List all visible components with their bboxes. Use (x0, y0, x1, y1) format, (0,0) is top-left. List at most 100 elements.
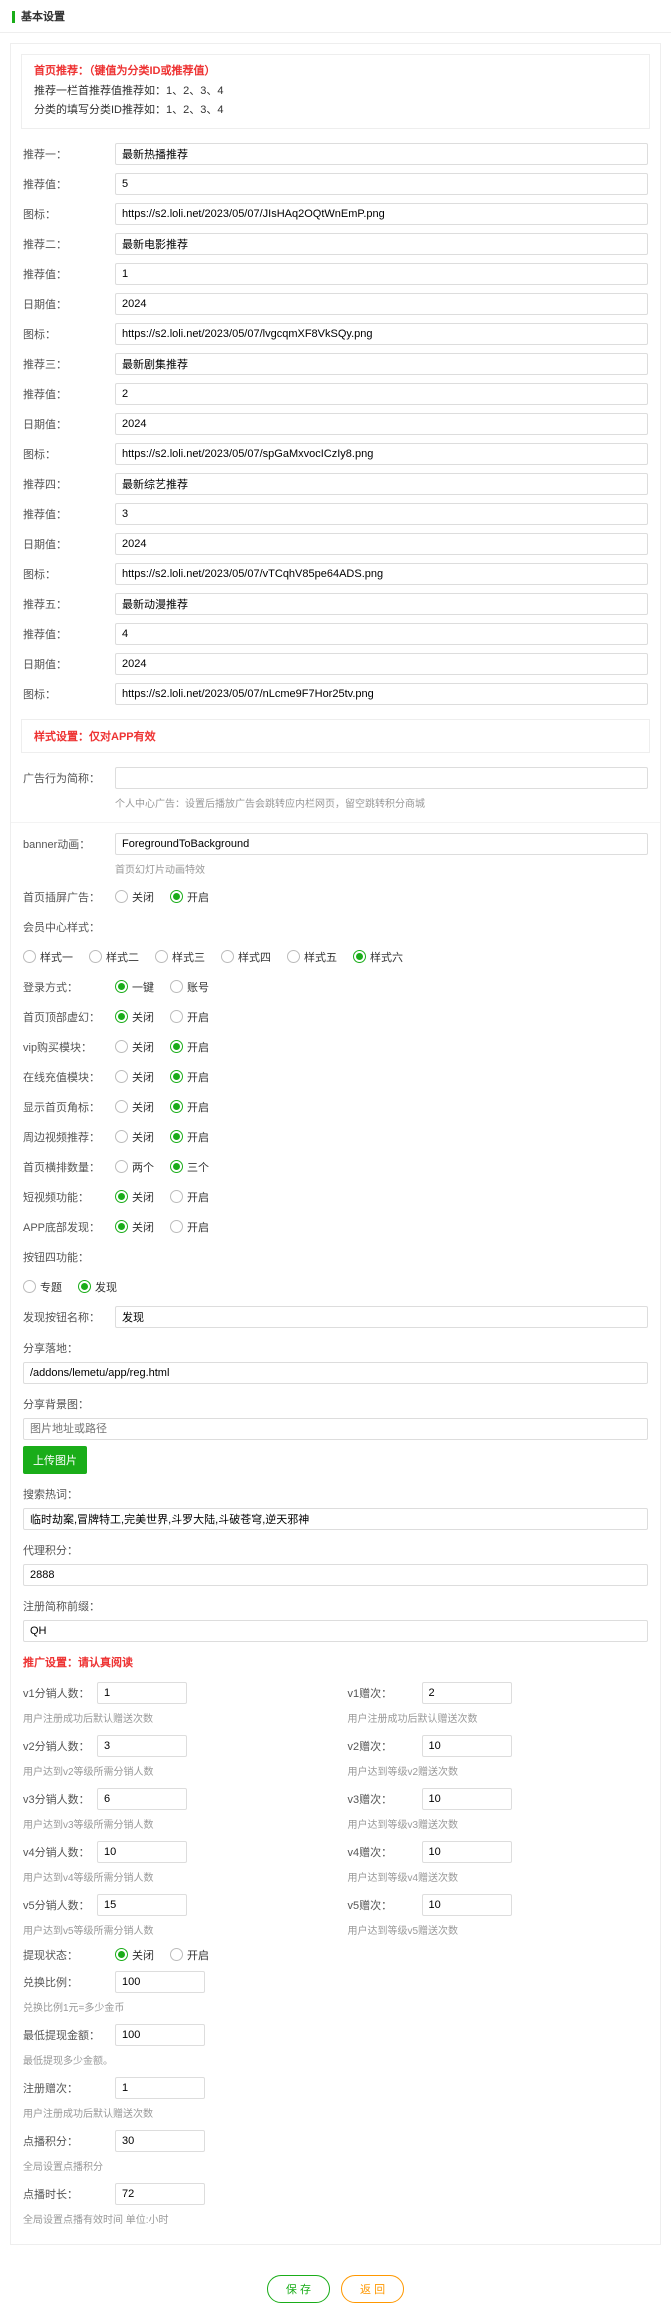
around-rec-off[interactable]: 关闭 (115, 1129, 154, 1145)
promo-left-4-label: v5分销人数： (23, 1897, 97, 1913)
rec-2-date-label: 日期值： (23, 416, 115, 432)
app-discover-on[interactable]: 开启 (170, 1219, 209, 1235)
short-video-off[interactable]: 关闭 (115, 1189, 154, 1205)
promo-right-4-input[interactable] (422, 1894, 512, 1916)
member-style-opt-5[interactable]: 样式六 (353, 949, 403, 965)
home-rows-a[interactable]: 两个 (115, 1159, 154, 1175)
promo-left-4-input[interactable] (97, 1894, 187, 1916)
rec-0-title-label: 推荐一： (23, 146, 115, 162)
agent-points-input[interactable] (23, 1564, 648, 1586)
banner-input[interactable] (115, 833, 648, 855)
rec-3-title-input[interactable] (115, 473, 648, 495)
btn4-b[interactable]: 发现 (78, 1279, 117, 1295)
member-style-opt-2[interactable]: 样式三 (155, 949, 205, 965)
member-style-opt-3[interactable]: 样式四 (221, 949, 271, 965)
promo-right-3-hint: 用户达到等级v4赠送次数 (348, 1867, 649, 1890)
rec-4-icon-input[interactable] (115, 683, 648, 705)
upload-image-button[interactable]: 上传图片 (23, 1446, 87, 1474)
discover-btn-name-input[interactable] (115, 1306, 648, 1328)
home-rows-b[interactable]: 三个 (170, 1159, 209, 1175)
rec-3-icon-input[interactable] (115, 563, 648, 585)
promo-left-3-input[interactable] (97, 1841, 187, 1863)
show-home-off[interactable]: 关闭 (115, 1099, 154, 1115)
splash-ad-off[interactable]: 关闭 (115, 889, 154, 905)
rec-2-title-input[interactable] (115, 353, 648, 375)
promo-left-0-input[interactable] (97, 1682, 187, 1704)
rec-2-save-input[interactable] (115, 383, 648, 405)
point-score-input[interactable] (115, 2130, 205, 2152)
head-recommend-warning: 首页推荐：（键值为分类ID或推荐值） 推荐一栏首推荐值推荐如：1、2、3、4 分… (21, 54, 650, 129)
rec-0-save-label: 推荐值： (23, 176, 115, 192)
btn4-a[interactable]: 专题 (23, 1279, 62, 1295)
point-hours-input[interactable] (115, 2183, 205, 2205)
show-home-on[interactable]: 开启 (170, 1099, 209, 1115)
online-cz-label: 在线充值模块： (23, 1069, 115, 1085)
share-url-input[interactable] (23, 1362, 648, 1384)
promo-right-0-input[interactable] (422, 1682, 512, 1704)
tx-status-on[interactable]: 开启 (170, 1947, 209, 1963)
ad-behavior-label: 广告行为简称： (23, 770, 115, 786)
promo-left-1-input[interactable] (97, 1735, 187, 1757)
top-slide-off[interactable]: 关闭 (115, 1009, 154, 1025)
promo-right-0-label: v1赠次： (348, 1685, 422, 1701)
point-hours-label: 点播时长： (23, 2186, 115, 2202)
splash-ad-label: 首页插屏广告： (23, 889, 115, 905)
app-discover-off[interactable]: 关闭 (115, 1219, 154, 1235)
promo-right-1-hint: 用户达到等级v2赠送次数 (348, 1761, 649, 1784)
member-style-opt-0[interactable]: 样式一 (23, 949, 73, 965)
rec-2-icon-input[interactable] (115, 443, 648, 465)
exchange-input[interactable] (115, 1971, 205, 1993)
rec-2-date-input[interactable] (115, 413, 648, 435)
rec-4-date-label: 日期值： (23, 656, 115, 672)
save-button[interactable]: 保 存 (267, 2275, 330, 2303)
rec-4-save-label: 推荐值： (23, 626, 115, 642)
discover-btn-name-label: 发现按钮名称： (23, 1309, 115, 1325)
rec-3-save-input[interactable] (115, 503, 648, 525)
min-withdraw-input[interactable] (115, 2024, 205, 2046)
min-withdraw-label: 最低提现金额： (23, 2027, 115, 2043)
rec-2-title-label: 推荐三： (23, 356, 115, 372)
top-slide-on[interactable]: 开启 (170, 1009, 209, 1025)
rec-0-save-input[interactable] (115, 173, 648, 195)
vip-buy-label: vip购买模块： (23, 1039, 115, 1055)
search-hot-input[interactable] (23, 1508, 648, 1530)
promo-right-1-input[interactable] (422, 1735, 512, 1757)
member-style-opt-1[interactable]: 样式二 (89, 949, 139, 965)
rec-1-save-input[interactable] (115, 263, 648, 285)
share-bg-input[interactable] (23, 1418, 648, 1440)
rec-1-date-label: 日期值： (23, 296, 115, 312)
login-mode-b[interactable]: 账号 (170, 979, 209, 995)
rec-1-save-label: 推荐值： (23, 266, 115, 282)
style-warning: 样式设置：仅对APP有效 (21, 719, 650, 753)
rec-4-date-input[interactable] (115, 653, 648, 675)
online-cz-off[interactable]: 关闭 (115, 1069, 154, 1085)
short-video-on[interactable]: 开启 (170, 1189, 209, 1205)
rec-4-save-input[interactable] (115, 623, 648, 645)
search-hot-label: 搜索热词： (23, 1486, 115, 1502)
rec-4-title-input[interactable] (115, 593, 648, 615)
login-mode-a[interactable]: 一键 (115, 979, 154, 995)
online-cz-on[interactable]: 开启 (170, 1069, 209, 1085)
member-style-opt-4[interactable]: 样式五 (287, 949, 337, 965)
back-button[interactable]: 返 回 (341, 2275, 404, 2303)
vip-buy-off[interactable]: 关闭 (115, 1039, 154, 1055)
promo-left-2-input[interactable] (97, 1788, 187, 1810)
promo-right-2-label: v3赠次： (348, 1791, 422, 1807)
rec-0-icon-input[interactable] (115, 203, 648, 225)
promo-right-3-input[interactable] (422, 1841, 512, 1863)
rec-3-date-input[interactable] (115, 533, 648, 555)
rec-2-icon-label: 图标： (23, 446, 115, 462)
ad-behavior-input[interactable] (115, 767, 648, 789)
tx-status-off[interactable]: 关闭 (115, 1947, 154, 1963)
vip-buy-on[interactable]: 开启 (170, 1039, 209, 1055)
rec-1-icon-input[interactable] (115, 323, 648, 345)
rec-1-title-input[interactable] (115, 233, 648, 255)
reg-gift-input[interactable] (115, 2077, 205, 2099)
rec-1-date-input[interactable] (115, 293, 648, 315)
promo-right-2-input[interactable] (422, 1788, 512, 1810)
around-rec-on[interactable]: 开启 (170, 1129, 209, 1145)
rec-4-icon-label: 图标： (23, 686, 115, 702)
splash-ad-on[interactable]: 开启 (170, 889, 209, 905)
reg-prefix-input[interactable] (23, 1620, 648, 1642)
rec-0-title-input[interactable] (115, 143, 648, 165)
